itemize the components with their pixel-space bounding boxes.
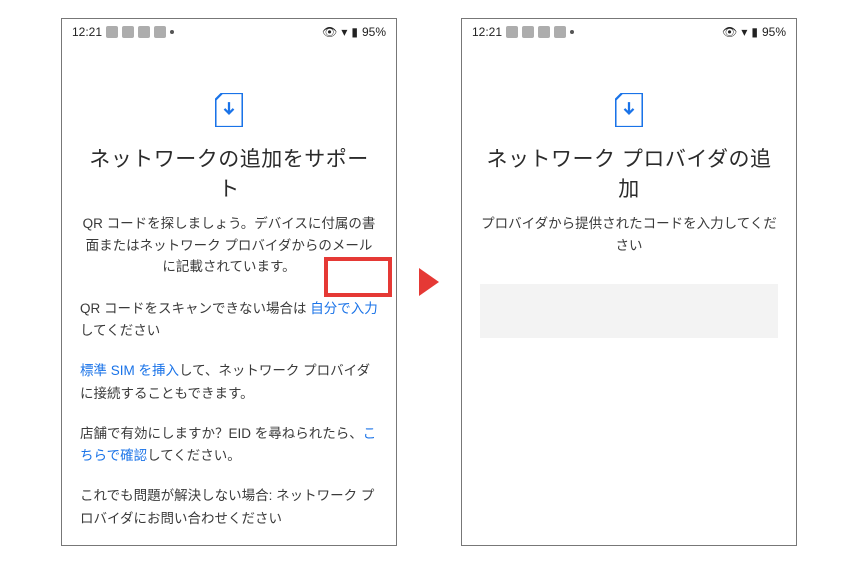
- battery-icon: ▮: [351, 25, 358, 39]
- visibility-icon: 👁: [322, 25, 337, 39]
- p3-text-b: してください。: [147, 448, 241, 463]
- status-left: 12:21: [472, 25, 574, 39]
- page-title: ネットワーク プロバイダの追加: [480, 143, 778, 203]
- status-left: 12:21: [72, 25, 174, 39]
- manual-entry-link[interactable]: 自分で入力: [310, 301, 378, 316]
- notif-icon: [506, 26, 518, 38]
- visibility-icon: 👁: [722, 25, 737, 39]
- more-dot-icon: [170, 30, 174, 34]
- status-right: 👁 ▾ ▮ 95%: [322, 25, 386, 39]
- sim-download-icon: [615, 93, 643, 127]
- sim-download-icon: [215, 93, 243, 127]
- status-right: 👁 ▾ ▮ 95%: [722, 25, 786, 39]
- insert-sim-link[interactable]: 標準 SIM を挿入: [80, 363, 179, 378]
- notif-icon: [154, 26, 166, 38]
- notif-icon: [522, 26, 534, 38]
- notif-icon: [122, 26, 134, 38]
- status-bar: 12:21 👁 ▾ ▮ 95%: [462, 19, 796, 45]
- more-dot-icon: [570, 30, 574, 34]
- notif-icon: [138, 26, 150, 38]
- page-subtitle: プロバイダから提供されたコードを入力してください: [480, 213, 778, 256]
- notif-icon: [538, 26, 550, 38]
- help-paragraph-4: これでも問題が解決しない場合: ネットワーク プロバイダにお問い合わせください: [80, 485, 378, 530]
- screen-content: ネットワークの追加をサポート QR コードを探しましょう。デバイスに付属の書面ま…: [62, 45, 396, 545]
- notif-icon: [554, 26, 566, 38]
- notif-icon: [106, 26, 118, 38]
- phone-right: 12:21 👁 ▾ ▮ 95% ネットワーク プロバイダの追加 プロバイダから提…: [461, 18, 797, 546]
- help-paragraph-3: 店舗で有効にしますか？EID を尋ねられたら、こちらで確認してください。: [80, 423, 378, 468]
- battery-icon: ▮: [751, 25, 758, 39]
- page-title: ネットワークの追加をサポート: [80, 143, 378, 203]
- screen-content: ネットワーク プロバイダの追加 プロバイダから提供されたコードを入力してください: [462, 45, 796, 545]
- arrow-right-icon: [419, 268, 439, 296]
- help-paragraph-1: QR コードをスキャンできない場合は 自分で入力してください: [80, 298, 378, 343]
- help-paragraph-2: 標準 SIM を挿入して、ネットワーク プロバイダに接続することもできます。: [80, 360, 378, 405]
- activation-code-input[interactable]: [480, 284, 778, 338]
- p1-text-a: QR コードをスキャンできない場合は: [80, 301, 307, 316]
- p3-text-a: 店舗で有効にしますか？EID を尋ねられたら、: [80, 426, 363, 441]
- battery-text: 95%: [362, 25, 386, 39]
- battery-text: 95%: [762, 25, 786, 39]
- clock-time: 12:21: [72, 25, 102, 39]
- status-bar: 12:21 👁 ▾ ▮ 95%: [62, 19, 396, 45]
- phone-left: 12:21 👁 ▾ ▮ 95% ネットワークの追加をサポート QR コードを探し…: [61, 18, 397, 546]
- wifi-icon: ▾: [741, 25, 747, 39]
- arrow-column: [415, 18, 443, 546]
- p1-text-b: してください: [80, 323, 160, 338]
- page-subtitle: QR コードを探しましょう。デバイスに付属の書面またはネットワーク プロバイダか…: [80, 213, 378, 278]
- wifi-icon: ▾: [341, 25, 347, 39]
- clock-time: 12:21: [472, 25, 502, 39]
